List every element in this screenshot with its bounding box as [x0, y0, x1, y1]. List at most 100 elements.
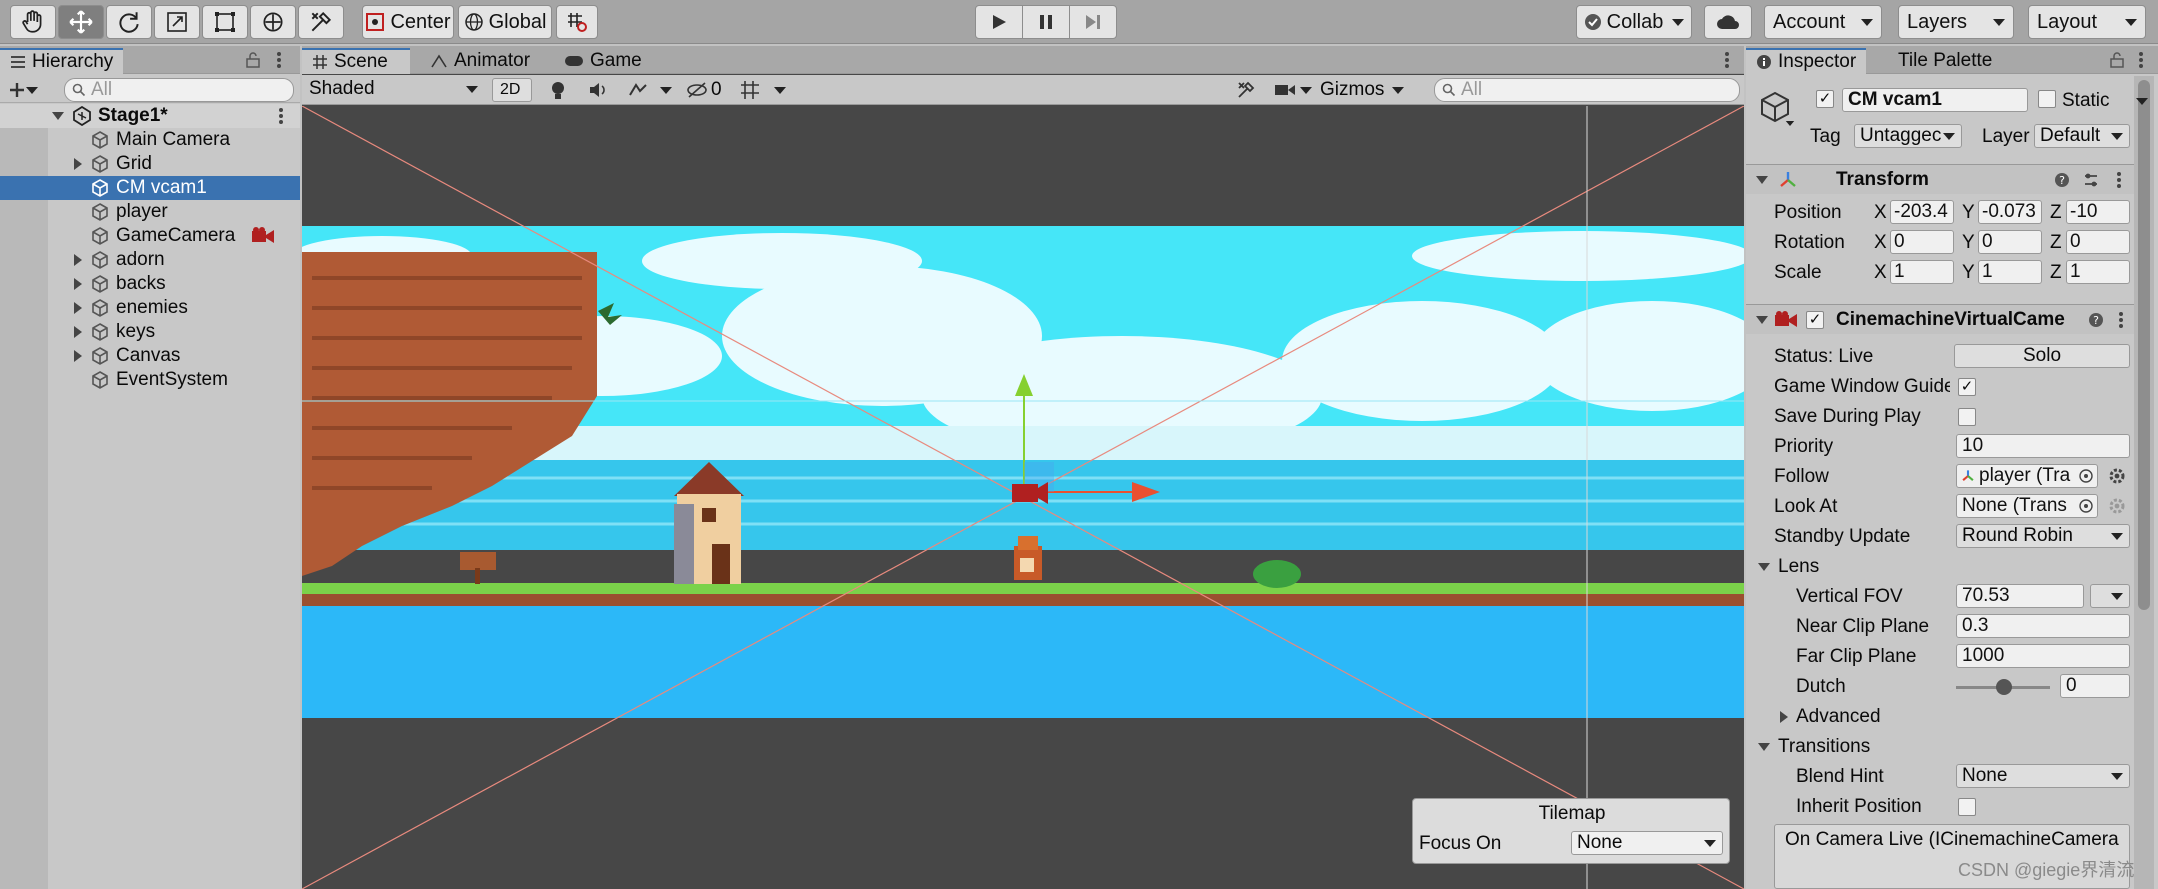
- hidden-objects-toggle[interactable]: 0: [686, 78, 732, 102]
- hierarchy-item[interactable]: adorn: [0, 248, 300, 272]
- hierarchy-item[interactable]: EventSystem: [0, 368, 300, 392]
- rotation-z-input[interactable]: 0: [2066, 230, 2130, 254]
- scale-x-input[interactable]: 1: [1890, 260, 1954, 284]
- snap-settings-button[interactable]: [556, 5, 598, 39]
- audio-icon[interactable]: [588, 81, 608, 99]
- lightbulb-icon[interactable]: [550, 81, 566, 101]
- fold-closed-icon[interactable]: [74, 278, 82, 290]
- tab-scene[interactable]: Scene: [302, 48, 410, 74]
- tab-inspector[interactable]: Inspector: [1746, 48, 1867, 74]
- chevron-down-icon[interactable]: [1785, 121, 1795, 126]
- layers-dropdown[interactable]: Layers: [1898, 5, 2014, 39]
- object-name-input[interactable]: CM vcam1: [1842, 88, 2028, 112]
- follow-object-field[interactable]: player (Tra: [1956, 464, 2098, 488]
- rect-tool-button[interactable]: [202, 5, 248, 39]
- transform-header[interactable]: Transform ?: [1746, 164, 2134, 194]
- far-clip-input[interactable]: 1000: [1956, 644, 2130, 668]
- kebab-menu-icon[interactable]: [278, 107, 284, 125]
- lock-icon[interactable]: [246, 52, 260, 68]
- layer-dropdown[interactable]: Default: [2034, 124, 2130, 148]
- fold-open-icon[interactable]: [52, 112, 64, 120]
- scene-viewport[interactable]: [302, 106, 1744, 889]
- toggle-2d-button[interactable]: 2D: [492, 78, 532, 102]
- rotation-x-input[interactable]: 0: [1890, 230, 1954, 254]
- blend-hint-dropdown[interactable]: None: [1956, 764, 2130, 788]
- object-picker-icon[interactable]: [2079, 499, 2093, 513]
- hierarchy-item[interactable]: Canvas: [0, 344, 300, 368]
- fov-preset-dropdown[interactable]: [2090, 584, 2130, 608]
- hand-tool-button[interactable]: [10, 5, 56, 39]
- gear-icon[interactable]: [2108, 467, 2126, 485]
- transitions-foldout[interactable]: Transitions: [1758, 736, 1870, 758]
- tab-tile-palette[interactable]: Tile Palette: [1888, 48, 2002, 74]
- hierarchy-item[interactable]: backs: [0, 272, 300, 296]
- move-tool-button[interactable]: [58, 5, 104, 39]
- custom-tool-button[interactable]: [298, 5, 344, 39]
- kebab-menu-icon[interactable]: [276, 51, 282, 69]
- active-checkbox[interactable]: ✓: [1816, 90, 1834, 108]
- pause-button[interactable]: [1022, 5, 1070, 39]
- near-clip-input[interactable]: 0.3: [1956, 614, 2130, 638]
- collab-dropdown[interactable]: Collab: [1576, 5, 1692, 39]
- scrollbar-thumb[interactable]: [2138, 80, 2150, 610]
- chevron-down-icon[interactable]: [1300, 87, 1312, 94]
- tab-hierarchy[interactable]: Hierarchy: [0, 48, 124, 74]
- priority-input[interactable]: 10: [1956, 434, 2130, 458]
- fold-closed-icon[interactable]: [74, 254, 82, 266]
- vcam-enabled-checkbox[interactable]: ✓: [1806, 311, 1824, 329]
- dutch-slider-thumb[interactable]: [1996, 679, 2012, 695]
- solo-button[interactable]: Solo: [1954, 344, 2130, 368]
- hierarchy-item[interactable]: enemies: [0, 296, 300, 320]
- chevron-down-icon[interactable]: [2136, 98, 2148, 105]
- kebab-menu-icon[interactable]: [2138, 51, 2144, 69]
- account-dropdown[interactable]: Account: [1764, 5, 1882, 39]
- fold-closed-icon[interactable]: [74, 326, 82, 338]
- vcam-header[interactable]: ✓ CinemachineVirtualCame ?: [1746, 304, 2134, 334]
- pivot-mode-button[interactable]: Center: [362, 5, 454, 39]
- play-button[interactable]: [975, 5, 1023, 39]
- dutch-input[interactable]: 0: [2060, 674, 2130, 698]
- hierarchy-item[interactable]: CM vcam1: [0, 176, 300, 200]
- add-icon[interactable]: [8, 81, 26, 99]
- hierarchy-item[interactable]: GameCamera: [0, 224, 300, 248]
- chevron-down-icon[interactable]: [774, 87, 786, 94]
- gizmos-dropdown[interactable]: Gizmos: [1320, 78, 1405, 102]
- camera-icon[interactable]: [1274, 82, 1296, 98]
- grid-snap-icon[interactable]: [740, 80, 760, 100]
- chevron-down-icon[interactable]: [660, 87, 672, 94]
- scale-y-input[interactable]: 1: [1978, 260, 2042, 284]
- help-icon[interactable]: ?: [2054, 172, 2070, 188]
- lock-icon[interactable]: [2110, 52, 2124, 68]
- position-x-input[interactable]: -203.4: [1890, 200, 1954, 224]
- tools-icon[interactable]: [1236, 80, 1256, 100]
- cloud-button[interactable]: [1704, 5, 1752, 39]
- tag-dropdown[interactable]: Untaggec: [1854, 124, 1962, 148]
- hierarchy-item[interactable]: Main Camera: [0, 128, 300, 152]
- gear-icon[interactable]: [2108, 497, 2126, 515]
- focus-on-dropdown[interactable]: None: [1571, 831, 1723, 855]
- chevron-down-icon[interactable]: [26, 87, 38, 94]
- help-icon[interactable]: ?: [2088, 312, 2104, 328]
- scale-z-input[interactable]: 1: [2066, 260, 2130, 284]
- fold-closed-icon[interactable]: [74, 158, 82, 170]
- save-during-play-checkbox[interactable]: [1958, 408, 1976, 426]
- preset-icon[interactable]: [2082, 171, 2100, 189]
- scene-root-row[interactable]: Stage1*: [0, 104, 300, 128]
- transform-tool-button[interactable]: [250, 5, 296, 39]
- static-checkbox[interactable]: [2038, 90, 2056, 108]
- step-button[interactable]: [1069, 5, 1117, 39]
- standby-update-dropdown[interactable]: Round Robin: [1956, 524, 2130, 548]
- tab-animator[interactable]: Animator: [420, 48, 540, 74]
- hierarchy-item[interactable]: Grid: [0, 152, 300, 176]
- fold-closed-icon[interactable]: [74, 350, 82, 362]
- hierarchy-item[interactable]: player: [0, 200, 300, 224]
- layout-dropdown[interactable]: Layout: [2028, 5, 2146, 39]
- hierarchy-item[interactable]: keys: [0, 320, 300, 344]
- scene-search-input[interactable]: All: [1434, 78, 1740, 102]
- game-window-guides-checkbox[interactable]: ✓: [1958, 378, 1976, 396]
- inherit-position-checkbox[interactable]: [1958, 798, 1976, 816]
- kebab-menu-icon[interactable]: [2116, 171, 2122, 189]
- rotate-tool-button[interactable]: [106, 5, 152, 39]
- position-y-input[interactable]: -0.073: [1978, 200, 2042, 224]
- kebab-menu-icon[interactable]: [1724, 51, 1730, 69]
